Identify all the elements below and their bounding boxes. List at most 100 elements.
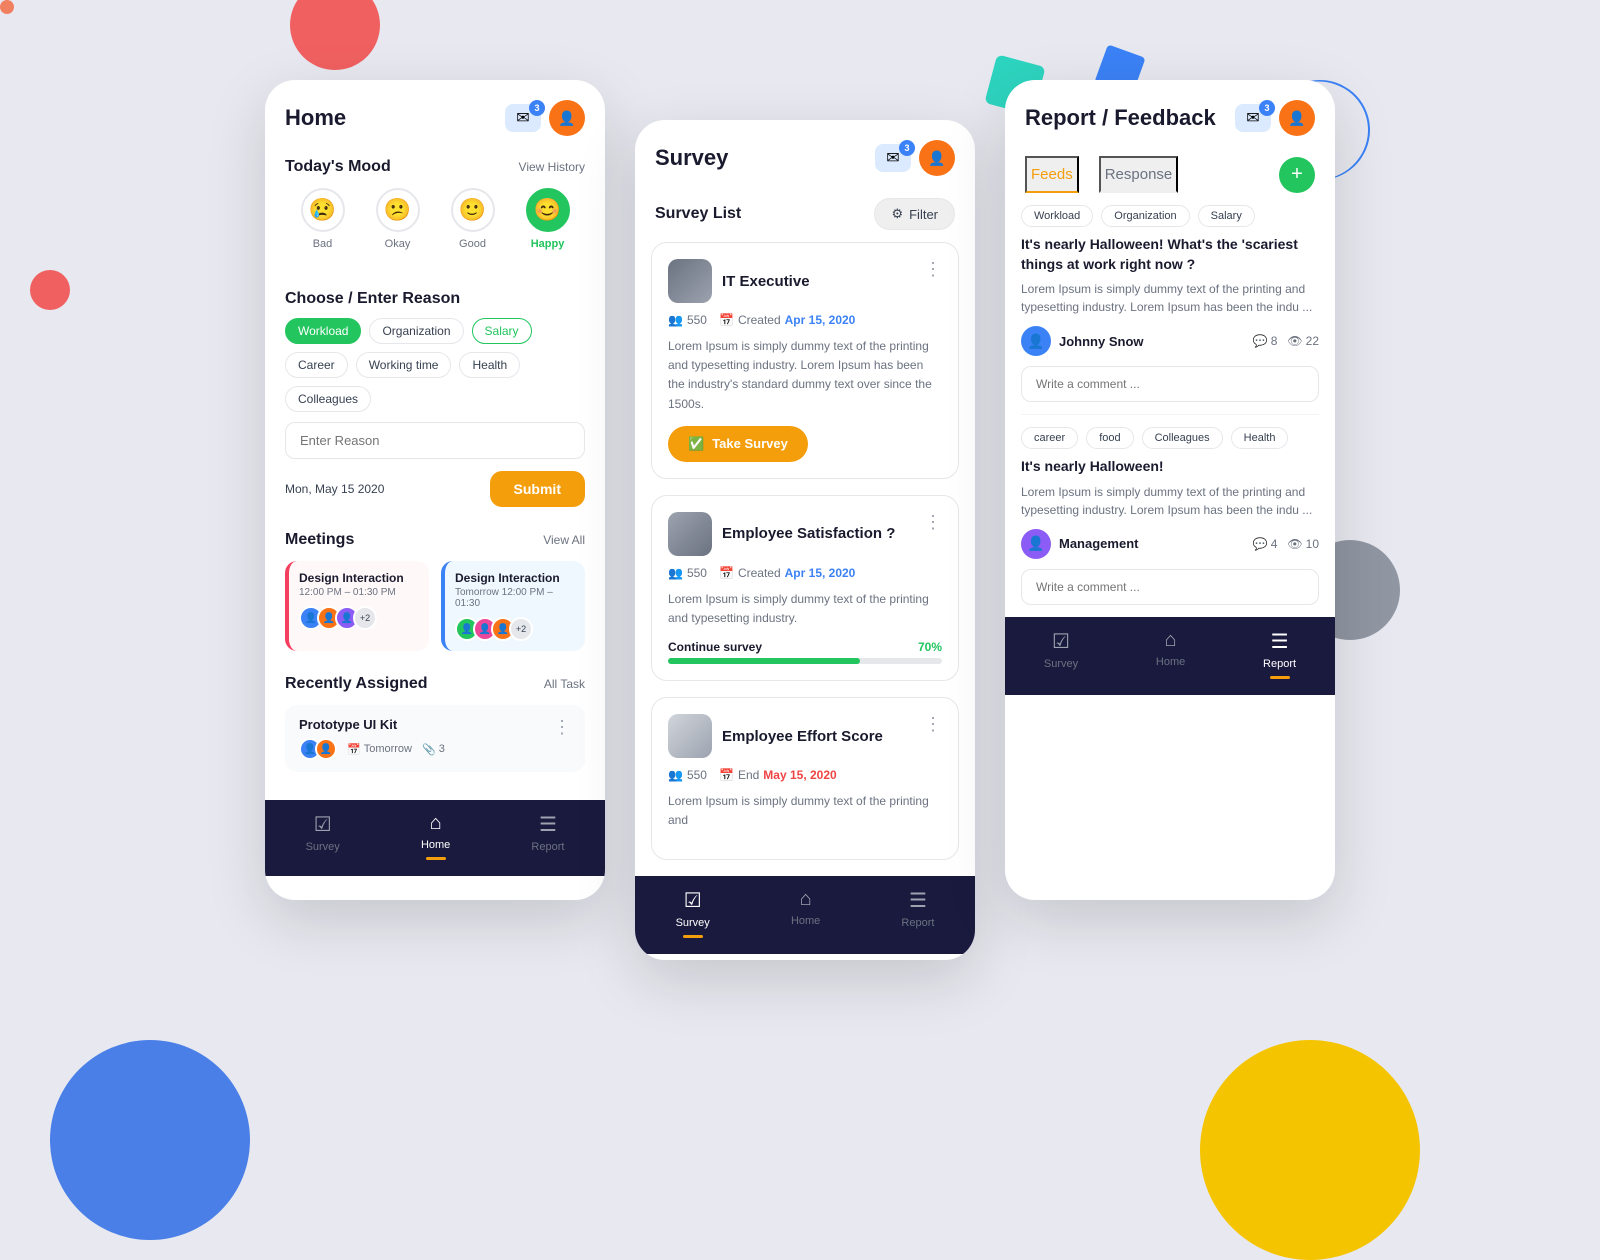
mood-label-bad: Bad [313, 238, 333, 250]
feed-1-author-name: Johnny Snow [1059, 334, 1144, 349]
reason-input[interactable] [285, 422, 585, 459]
task-info: Prototype UI Kit 👤 👤 📅 Tomorrow 📎 3 [299, 717, 445, 760]
submit-row: Mon, May 15 2020 Submit [285, 471, 585, 507]
view-all-link[interactable]: View All [543, 533, 585, 547]
mail-icon-wrap[interactable]: ✉ 3 [505, 104, 541, 132]
feed-tag-health[interactable]: Health [1231, 427, 1289, 449]
survey-thumb-1 [668, 259, 712, 303]
comment-input-1[interactable] [1021, 366, 1319, 402]
survey-survey-icon: ☑ [684, 888, 702, 913]
report-nav-home[interactable]: ⌂ Home [1156, 629, 1185, 679]
survey-card-3-header: Employee Effort Score ⋮ [668, 714, 942, 758]
report-tabs-row: Feeds Response + [1005, 146, 1335, 193]
report-nav-report-label: Report [1263, 658, 1296, 670]
tag-workload[interactable]: Workload [285, 318, 361, 344]
feed-tag-salary[interactable]: Salary [1198, 205, 1255, 227]
tag-organization[interactable]: Organization [369, 318, 463, 344]
survey-item-title-2: Employee Satisfaction ? [722, 525, 895, 542]
add-feed-button[interactable]: + [1279, 157, 1315, 193]
survey-date-2: 📅 Created Apr 15, 2020 [719, 566, 855, 580]
progress-bar-bg [668, 658, 942, 664]
survey-desc-3: Lorem Ipsum is simply dummy text of the … [668, 792, 942, 830]
survey-card-1-header: IT Executive ⋮ [668, 259, 942, 303]
meeting-card-2: Design Interaction Tomorrow 12:00 PM – 0… [441, 561, 585, 651]
survey-title-row-2: Employee Satisfaction ? [668, 512, 924, 556]
survey-more-3[interactable]: ⋮ [924, 714, 942, 735]
tag-colleagues[interactable]: Colleagues [285, 386, 371, 412]
survey-nav-report[interactable]: ☰ Report [901, 888, 934, 938]
tasks-title: Recently Assigned [285, 675, 428, 693]
meetings-title: Meetings [285, 531, 354, 549]
mood-bad[interactable]: 😢 Bad [301, 188, 345, 250]
mood-okay[interactable]: 😕 Okay [376, 188, 420, 250]
mood-face-good: 🙂 [451, 188, 495, 232]
feed-1-author-row: 👤 Johnny Snow 💬 8 👁 22 [1021, 326, 1319, 356]
survey-card-1: IT Executive ⋮ 👥 550 📅 Created Apr 15, 2… [651, 242, 959, 479]
report-nav-survey-label: Survey [1044, 658, 1078, 670]
bg-decoration-blue-bottom [50, 1040, 250, 1240]
report-mail-wrap[interactable]: ✉ 3 [1235, 104, 1271, 132]
feed-card-2: career food Colleagues Health It's nearl… [1021, 427, 1319, 605]
task-due: 📅 Tomorrow [347, 743, 412, 756]
mood-label-good: Good [459, 238, 486, 250]
mood-happy[interactable]: 😊 Happy [526, 188, 570, 250]
feed-2-desc: Lorem Ipsum is simply dummy text of the … [1021, 483, 1319, 519]
meetings-section: Meetings View All Design Interaction 12:… [265, 519, 605, 663]
tag-working-time[interactable]: Working time [356, 352, 452, 378]
survey-card-3: Employee Effort Score ⋮ 👥 550 📅 End May … [651, 697, 959, 859]
filter-button[interactable]: ⚙ Filter [874, 198, 955, 230]
task-more-icon[interactable]: ⋮ [553, 717, 571, 738]
meeting-avatar-more: +2 [509, 617, 533, 641]
survey-nav-survey[interactable]: ☑ Survey [676, 888, 710, 938]
survey-more-1[interactable]: ⋮ [924, 259, 942, 280]
view-history-link[interactable]: View History [519, 160, 585, 174]
survey-participants-1: 👥 550 [668, 313, 707, 327]
tag-career[interactable]: Career [285, 352, 348, 378]
feed-tag-career[interactable]: career [1021, 427, 1078, 449]
comment-input-2[interactable] [1021, 569, 1319, 605]
report-report-icon: ☰ [1271, 629, 1289, 654]
report-avatar[interactable]: 👤 [1279, 100, 1315, 136]
feed-tag-organization[interactable]: Organization [1101, 205, 1189, 227]
nav-home[interactable]: ⌂ Home [421, 812, 450, 860]
reason-tags-row: Workload Organization Salary Career Work… [285, 318, 585, 412]
home-nav-icon: ⌂ [430, 812, 442, 835]
survey-mail-wrap[interactable]: ✉ 3 [875, 144, 911, 172]
survey-title: Survey [655, 145, 728, 171]
tag-salary[interactable]: Salary [472, 318, 532, 344]
report-phone: Report / Feedback ✉ 3 👤 Feeds Response +… [1005, 80, 1335, 900]
report-nav-survey[interactable]: ☑ Survey [1044, 629, 1078, 679]
nav-survey[interactable]: ☑ Survey [306, 812, 340, 860]
tab-feeds[interactable]: Feeds [1025, 156, 1079, 193]
survey-avatar[interactable]: 👤 [919, 140, 955, 176]
feed-2-author-row: 👤 Management 💬 4 👁 10 [1021, 529, 1319, 559]
feed-tag-workload[interactable]: Workload [1021, 205, 1093, 227]
survey-nav-survey-label: Survey [676, 917, 710, 929]
tasks-section: Recently Assigned All Task Prototype UI … [265, 663, 605, 784]
report-nav-home-label: Home [1156, 656, 1185, 668]
all-tasks-link[interactable]: All Task [544, 677, 585, 691]
mood-good[interactable]: 🙂 Good [451, 188, 495, 250]
submit-button[interactable]: Submit [490, 471, 585, 507]
feed-2-stats: 💬 4 👁 10 [1253, 537, 1319, 551]
report-nav-underline [1270, 676, 1290, 679]
tab-response[interactable]: Response [1099, 156, 1179, 193]
report-nav-report[interactable]: ☰ Report [1263, 629, 1296, 679]
mood-face-bad: 😢 [301, 188, 345, 232]
tag-health[interactable]: Health [459, 352, 520, 378]
survey-more-2[interactable]: ⋮ [924, 512, 942, 533]
report-header-icons: ✉ 3 👤 [1235, 100, 1315, 136]
survey-nav-home[interactable]: ⌂ Home [791, 888, 820, 938]
nav-report[interactable]: ☰ Report [531, 812, 564, 860]
take-survey-button[interactable]: ✅ Take Survey [668, 426, 808, 462]
avatar[interactable]: 👤 [549, 100, 585, 136]
survey-nav-home-label: Home [791, 915, 820, 927]
report-survey-icon: ☑ [1052, 629, 1070, 654]
survey-card-2-header: Employee Satisfaction ? ⋮ [668, 512, 942, 556]
progress-row: Continue survey 70% [668, 640, 942, 654]
feed-tag-colleagues[interactable]: Colleagues [1142, 427, 1223, 449]
task-avatars: 👤 👤 [299, 738, 337, 760]
nav-survey-label: Survey [306, 841, 340, 853]
survey-participants-2: 👥 550 [668, 566, 707, 580]
feed-tag-food[interactable]: food [1086, 427, 1133, 449]
